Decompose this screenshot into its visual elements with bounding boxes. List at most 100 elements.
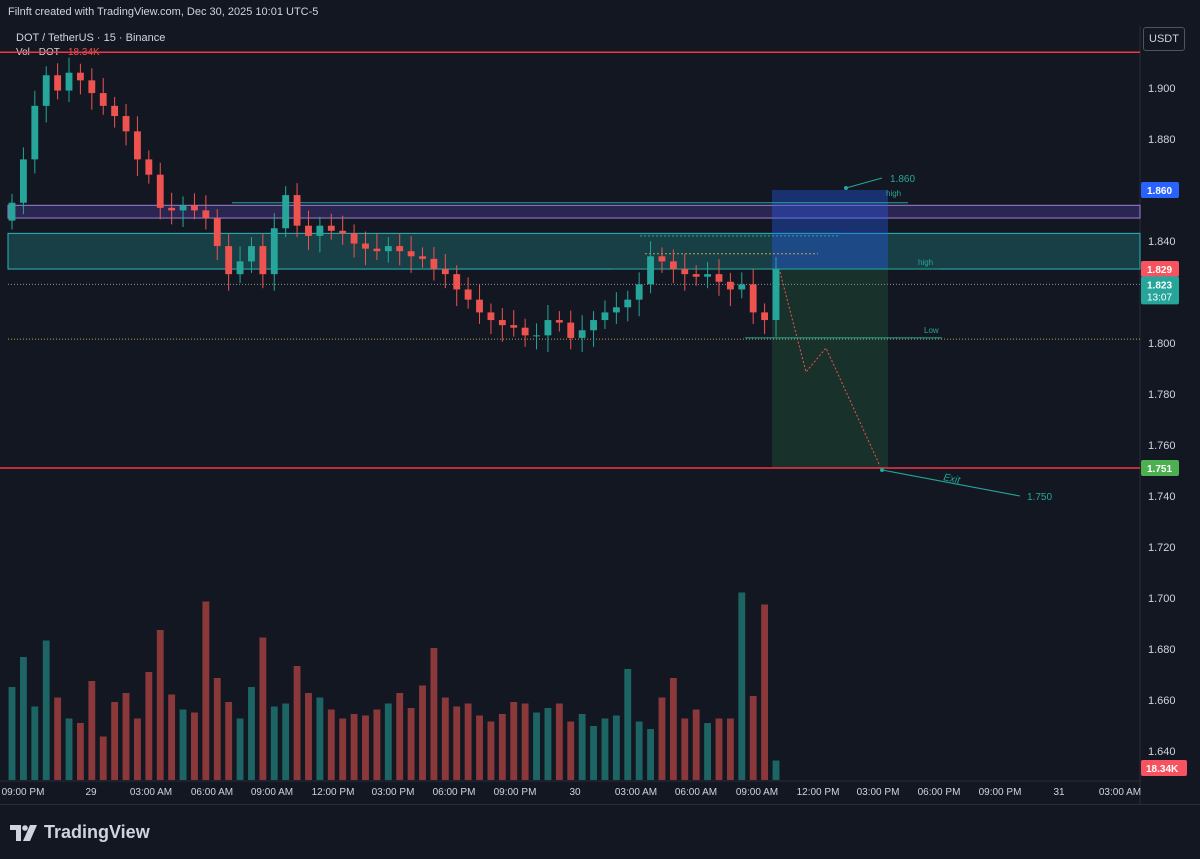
candle-body — [715, 274, 723, 282]
volume-bar — [202, 601, 210, 780]
badge-entry-text: 1.829 — [1147, 265, 1172, 276]
volume-bar — [191, 712, 198, 780]
volume-bar — [601, 718, 609, 780]
y-tick-label: 1.780 — [1148, 389, 1176, 401]
volume-bar — [122, 693, 130, 780]
x-tick-label: 09:00 AM — [736, 787, 778, 798]
volume-bar — [487, 721, 495, 780]
candle-body — [704, 274, 712, 277]
annotation-high: high — [918, 258, 933, 267]
x-tick-label: 29 — [85, 787, 97, 798]
currency-button[interactable]: USDT — [1143, 27, 1185, 51]
badge-stop-text: 1.860 — [1147, 186, 1172, 197]
volume-bar — [578, 714, 586, 780]
candle-body — [441, 269, 449, 275]
x-tick-label: 03:00 AM — [1099, 787, 1141, 798]
candle-body — [647, 256, 654, 285]
volume-bar — [453, 706, 461, 780]
candle-body — [327, 225, 335, 231]
volume-bar — [441, 697, 449, 780]
candle-body — [510, 325, 518, 328]
candle-body — [248, 246, 255, 262]
volume-bar — [430, 648, 438, 780]
annotation-high-upper: high — [886, 189, 901, 198]
volume-bar — [669, 678, 677, 780]
teal-zone — [7, 232, 1141, 270]
volume-bar — [168, 694, 176, 780]
volume-bar — [419, 685, 426, 780]
volume-bar — [396, 693, 404, 780]
candle-body — [76, 72, 84, 81]
candle-body — [681, 269, 689, 275]
top-bar: Filnft created with TradingView.com, Dec… — [0, 0, 1200, 27]
candle-body — [42, 75, 50, 106]
x-tick-label: 30 — [569, 787, 581, 798]
volume-bar — [384, 703, 392, 780]
volume-bar — [749, 696, 757, 780]
brand-name: TradingView — [44, 822, 150, 842]
candle-body — [567, 322, 575, 338]
candle-body — [156, 174, 164, 208]
candle-body — [487, 312, 495, 321]
volume-bar — [726, 718, 734, 780]
volume-bar — [362, 715, 369, 780]
candle-body — [65, 72, 73, 91]
x-tick-label: 06:00 AM — [675, 787, 717, 798]
candle-body — [373, 248, 381, 252]
x-tick-label: 31 — [1053, 787, 1065, 798]
volume-bar — [658, 697, 666, 780]
y-tick-label: 1.880 — [1148, 134, 1176, 146]
x-tick-label: 09:00 PM — [979, 787, 1022, 798]
x-tick-label: 03:00 AM — [130, 787, 172, 798]
volume-bar — [248, 687, 255, 780]
candle-body — [761, 312, 769, 321]
purple-zone — [7, 204, 1141, 219]
volume-bar — [350, 714, 358, 780]
candle-body — [692, 274, 700, 277]
volume-bar — [156, 630, 164, 780]
candle-body — [624, 299, 632, 308]
volume-bar — [213, 678, 221, 780]
x-tick-label: 06:00 AM — [191, 787, 233, 798]
candle-body — [738, 284, 746, 290]
tv-logo-icon — [10, 824, 37, 841]
candle-body — [54, 75, 62, 91]
volume-bar — [738, 592, 746, 780]
volume-bar — [88, 681, 96, 780]
volume-bar — [111, 702, 119, 780]
candle-body — [430, 258, 438, 270]
x-tick-label: 09:00 AM — [251, 787, 293, 798]
annotation-exit-target: 1.750 — [1027, 492, 1052, 503]
candle-body — [88, 80, 96, 94]
position-target-zone — [772, 269, 888, 468]
candle-body — [362, 243, 369, 249]
candle-body — [476, 299, 483, 313]
candle-body — [464, 289, 472, 300]
volume-bar — [259, 637, 267, 780]
volume-bar — [647, 729, 654, 780]
volume-bar — [282, 703, 290, 780]
volume-bar — [19, 657, 27, 780]
x-tick-label: 03:00 PM — [372, 787, 415, 798]
volume-bar — [715, 718, 723, 780]
credit-text: Filnft created with TradingView.com, Dec… — [8, 6, 319, 18]
x-tick-label: 03:00 PM — [857, 787, 900, 798]
volume-bar — [555, 703, 563, 780]
candle-body — [236, 261, 244, 275]
volume-bar — [270, 706, 278, 780]
current-price-text: 1.823 — [1147, 280, 1172, 291]
candle-body — [419, 256, 426, 259]
volume-badge-text: 18.34K — [1146, 764, 1179, 775]
volume-bar — [327, 709, 335, 780]
volume-bar — [373, 709, 381, 780]
tradingview-logo[interactable]: TradingView — [10, 822, 150, 843]
x-tick-label: 06:00 PM — [433, 787, 476, 798]
candle-body — [749, 284, 757, 313]
y-tick-label: 1.640 — [1148, 746, 1176, 758]
volume-bar — [681, 718, 689, 780]
position-stop-zone — [772, 190, 888, 270]
volume-bar — [476, 715, 483, 780]
candle-body — [19, 159, 27, 203]
price-chart[interactable]: DOT / TetherUS · 15 · BinanceVol · DOT 18… — [0, 26, 1200, 804]
chart-area[interactable]: DOT / TetherUS · 15 · Binance Vol · DOT 18… — [0, 26, 1200, 804]
